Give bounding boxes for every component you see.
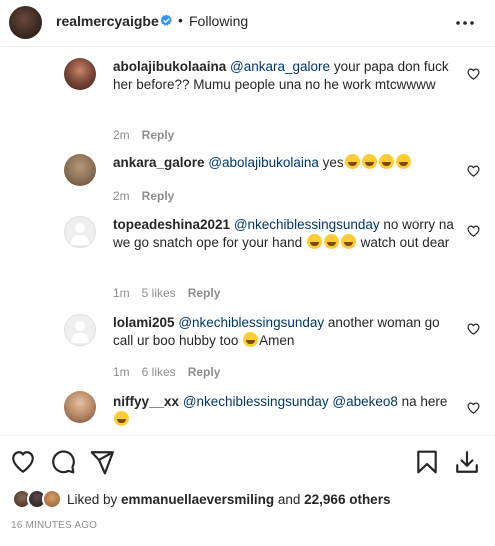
comment-username[interactable]: lolami205: [113, 315, 175, 330]
laughing-emoji-icon: [378, 154, 394, 169]
reply-button[interactable]: Reply: [142, 189, 175, 203]
laughing-emoji-icon: [344, 154, 360, 169]
profile-username[interactable]: realmercyaigbe: [56, 13, 159, 29]
comment-like-icon[interactable]: [467, 165, 480, 177]
comment-username[interactable]: topeadeshina2021: [113, 217, 230, 232]
laughing-emoji-icon: [243, 332, 259, 347]
comment-avatar[interactable]: [64, 154, 96, 186]
liked-by-user[interactable]: emmanuellaeversmiling: [121, 492, 274, 507]
comment-like-icon[interactable]: [467, 323, 480, 335]
separator-dot: •: [178, 12, 183, 28]
comment-avatar[interactable]: [64, 391, 96, 423]
share-icon[interactable]: [89, 449, 115, 475]
comment-username[interactable]: ankara_galore: [113, 155, 205, 170]
comment-text: topeadeshina2021 @nkechiblessingsunday n…: [113, 216, 458, 252]
comment-meta: 2m Reply: [113, 189, 186, 203]
laughing-emoji-icon: [114, 411, 129, 426]
comment-mention[interactable]: @abolajibukolaina: [208, 155, 319, 170]
comment-mention[interactable]: @nkechiblessingsunday: [234, 217, 380, 232]
likes-text: Liked by emmanuellaeversmiling and 22,96…: [67, 492, 390, 507]
comment-avatar[interactable]: [64, 314, 96, 346]
comment-mention-second[interactable]: @abekeo8: [332, 394, 398, 409]
laughing-emoji-icon: [395, 154, 411, 169]
comment-like-icon[interactable]: [467, 402, 480, 414]
comment-time: 1m: [113, 365, 130, 379]
comment-meta: 1m 5 likes Reply: [113, 286, 232, 300]
comment-username[interactable]: niffyy__xx: [113, 394, 179, 409]
comment-avatar[interactable]: [64, 58, 96, 90]
comment-like-icon[interactable]: [467, 68, 480, 80]
laughing-emoji-icon: [340, 234, 356, 249]
comment-mention[interactable]: @nkechiblessingsunday: [183, 394, 329, 409]
comment-icon[interactable]: [50, 449, 76, 475]
comment-mention[interactable]: @ankara_galore: [230, 59, 330, 74]
comment-text: abolajibukolaaina @ankara_galore your pa…: [113, 58, 458, 94]
liked-by-middle: and: [274, 492, 305, 507]
liker-avatar: [42, 489, 62, 509]
reply-button[interactable]: Reply: [188, 286, 221, 300]
laughing-emoji-icon: [323, 234, 339, 249]
post-actions-bar: [0, 435, 495, 485]
verified-badge-icon: [160, 14, 172, 26]
more-horizontal-icon[interactable]: [455, 16, 475, 30]
comment-text: ankara_galore @abolajibukolaina yes: [113, 154, 458, 172]
comments-list[interactable]: abolajibukolaaina @ankara_galore your pa…: [0, 47, 495, 435]
comment-meta: 1m 6 likes Reply: [113, 365, 232, 379]
laughing-emoji-icon: [306, 234, 322, 249]
comment-body-continued: watch out dear: [356, 235, 450, 250]
comment-body: na here: [397, 394, 448, 409]
profile-avatar[interactable]: [9, 6, 42, 39]
heart-icon[interactable]: [10, 449, 36, 475]
following-button[interactable]: Following: [189, 13, 248, 29]
comment-like-count[interactable]: 5 likes: [142, 286, 176, 300]
comment-text: lolami205 @nkechiblessingsunday another …: [113, 314, 458, 350]
likes-summary: Liked by emmanuellaeversmiling and 22,96…: [0, 486, 495, 514]
comment-time: 1m: [113, 286, 130, 300]
liked-by-avatars[interactable]: [12, 489, 66, 511]
reply-button[interactable]: Reply: [142, 128, 175, 142]
download-icon[interactable]: [454, 449, 480, 475]
comment-username[interactable]: abolajibukolaaina: [113, 59, 226, 74]
post-header: realmercyaigbe • Following: [0, 0, 495, 47]
post-timestamp: 16 MINUTES AGO: [11, 520, 98, 531]
comment-mention[interactable]: @nkechiblessingsunday: [178, 315, 324, 330]
comment-like-count[interactable]: 6 likes: [142, 365, 176, 379]
comment-time: 2m: [113, 189, 130, 203]
comment-like-icon[interactable]: [467, 225, 480, 237]
comment-body: yes: [318, 155, 344, 170]
comment-text: niffyy__xx @nkechiblessingsunday @abekeo…: [113, 393, 458, 429]
comment-time: 2m: [113, 128, 130, 142]
reply-button[interactable]: Reply: [188, 365, 221, 379]
comment-avatar[interactable]: [64, 216, 96, 248]
bookmark-icon[interactable]: [414, 449, 440, 475]
comment-meta: 2m Reply: [113, 128, 186, 142]
likes-count[interactable]: 22,966 others: [304, 492, 390, 507]
laughing-emoji-icon: [361, 154, 377, 169]
liked-by-prefix: Liked by: [67, 492, 122, 507]
comment-body-continued: Amen: [259, 333, 295, 348]
